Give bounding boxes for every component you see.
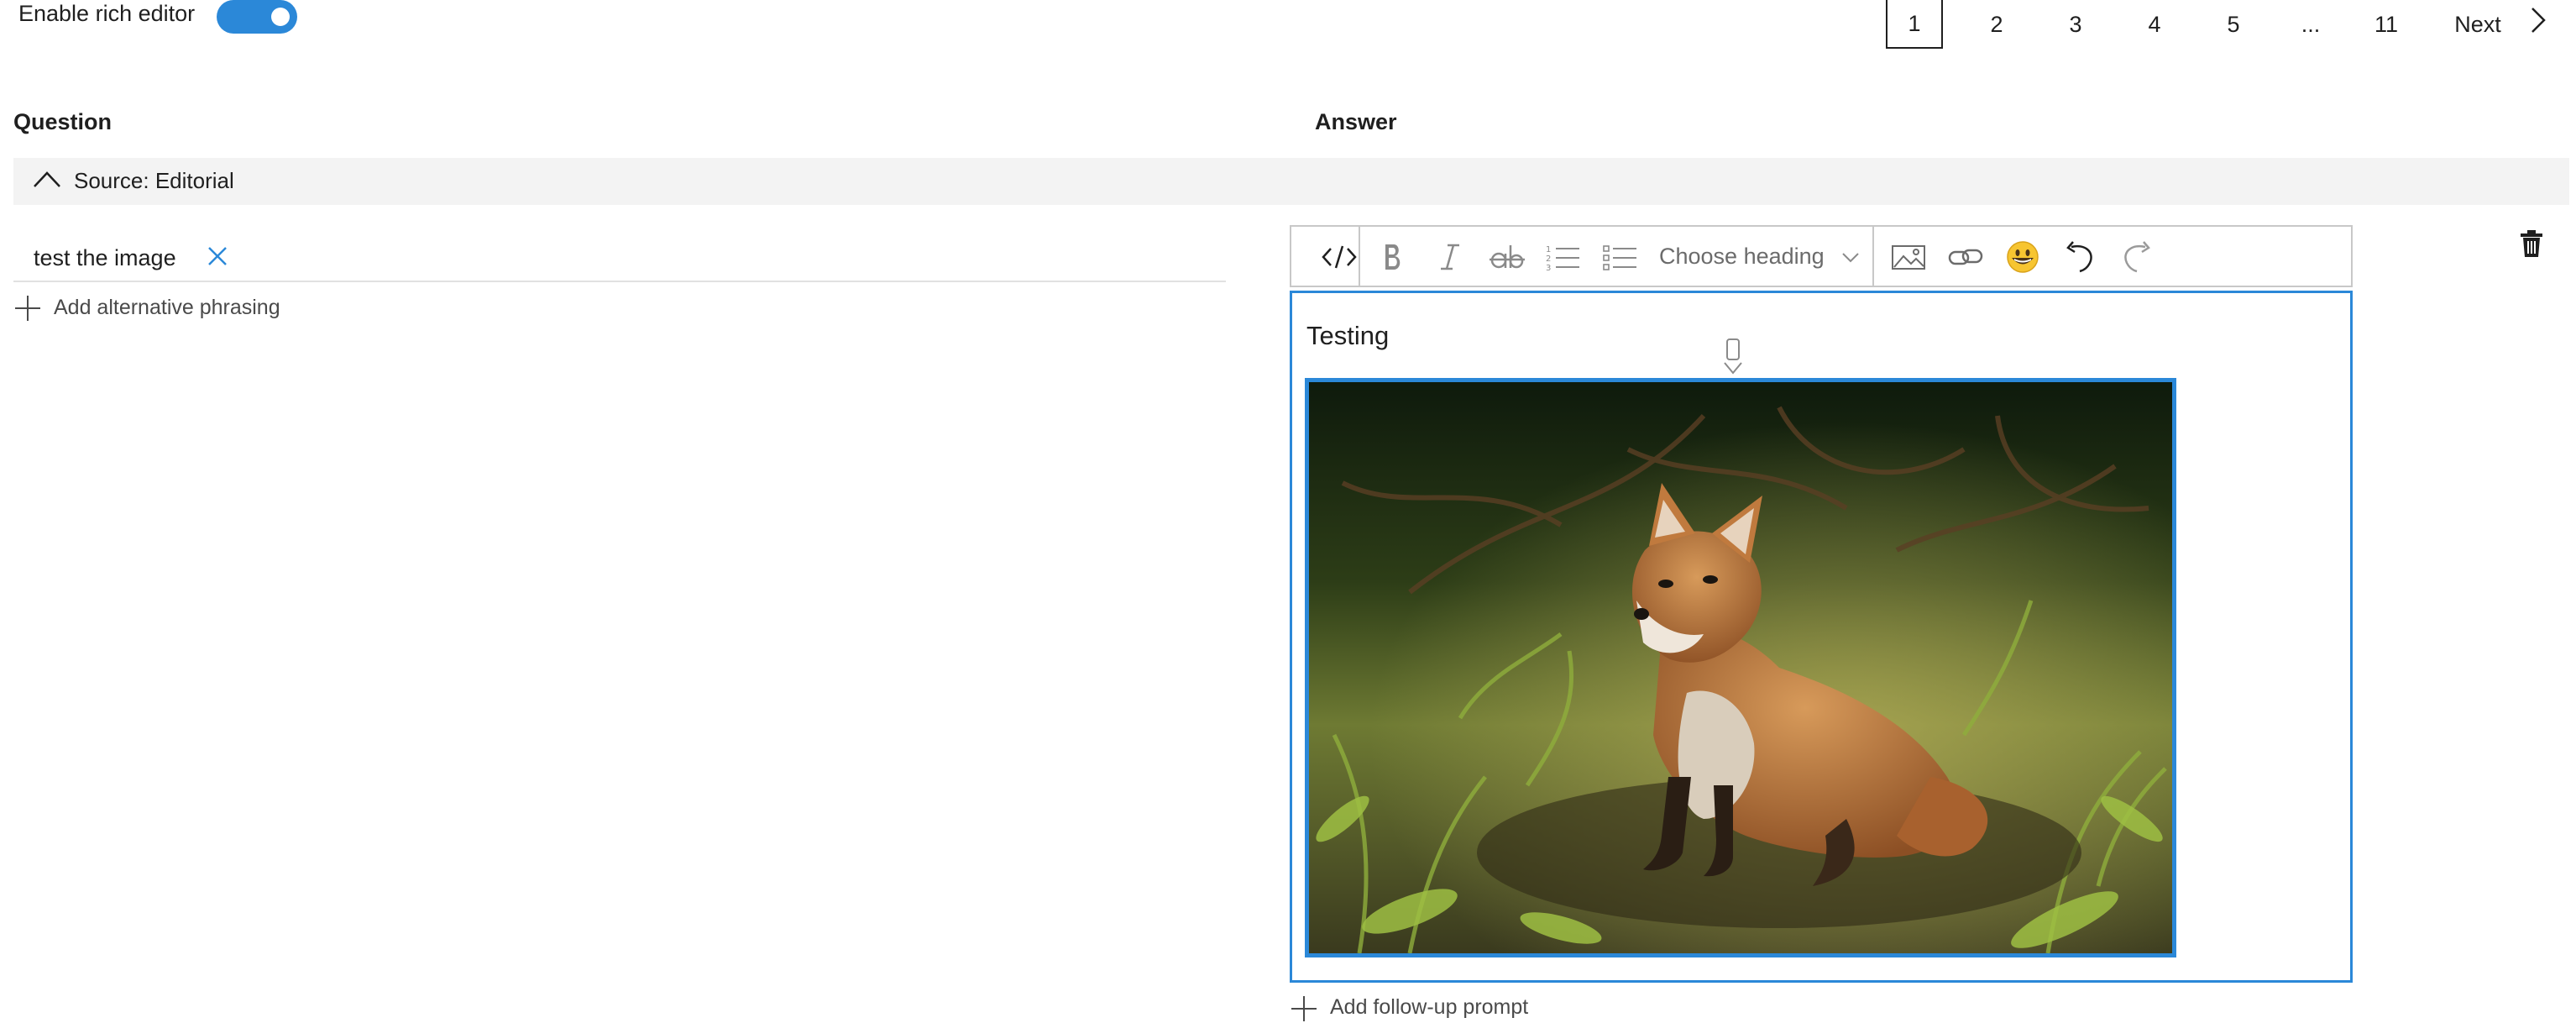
rich-editor-toggle[interactable] (217, 0, 297, 34)
italic-icon[interactable] (1429, 239, 1471, 275)
trash-icon[interactable] (2519, 228, 2544, 259)
page-4-button[interactable]: 4 (2139, 0, 2170, 49)
toggle-knob (271, 8, 290, 26)
strikethrough-icon[interactable] (1486, 239, 1528, 275)
rich-editor-label: Enable rich editor (18, 1, 196, 26)
chevron-right-icon[interactable] (2527, 5, 2547, 35)
undo-icon[interactable] (2059, 239, 2101, 275)
image-icon[interactable] (1887, 239, 1929, 275)
svg-text:2: 2 (1546, 254, 1551, 264)
fox-photo (1309, 382, 2172, 953)
close-icon[interactable] (205, 244, 230, 269)
source-bar[interactable] (13, 158, 2569, 205)
numbered-list-icon[interactable]: 123 (1542, 239, 1584, 275)
page-5-button[interactable]: 5 (2218, 0, 2249, 49)
chevron-down-icon[interactable] (1840, 249, 1861, 265)
answer-text[interactable]: Testing (1306, 321, 1389, 351)
question-column-header: Question (13, 109, 113, 134)
page-11-button[interactable]: 11 (2368, 0, 2405, 49)
svg-text:1: 1 (1546, 245, 1551, 254)
source-label: Source: Editorial (74, 168, 234, 193)
toolbar-separator (1359, 227, 1360, 286)
link-icon[interactable] (1945, 239, 1987, 275)
plus-icon[interactable] (1290, 994, 1318, 1023)
next-page-button[interactable]: Next (2448, 0, 2507, 49)
choose-heading-dropdown[interactable]: Choose heading (1659, 244, 1825, 270)
redo-icon[interactable] (2116, 239, 2158, 275)
image-drag-handle-icon[interactable] (1721, 338, 1745, 378)
page-1-button[interactable]: 1 (1886, 0, 1943, 49)
bold-icon[interactable] (1372, 239, 1414, 275)
plus-icon[interactable] (13, 294, 42, 323)
question-divider (13, 281, 1226, 282)
code-view-icon[interactable] (1318, 239, 1360, 275)
svg-text:3: 3 (1546, 264, 1551, 272)
add-alternative-phrasing-link[interactable]: Add alternative phrasing (54, 296, 280, 320)
fox-image[interactable] (1305, 378, 2176, 957)
question-text[interactable]: test the image (34, 245, 176, 271)
answer-column-header: Answer (1315, 109, 1397, 134)
page-3-button[interactable]: 3 (2060, 0, 2091, 49)
add-follow-up-prompt-link[interactable]: Add follow-up prompt (1330, 995, 1528, 1020)
page-ellipsis: ... (2301, 11, 2321, 37)
chevron-up-icon[interactable] (32, 168, 62, 191)
toolbar-separator (1872, 227, 1874, 286)
page-2-button[interactable]: 2 (1982, 0, 2012, 49)
bulleted-list-icon[interactable] (1599, 239, 1641, 275)
emoji-icon[interactable] (2002, 239, 2044, 275)
